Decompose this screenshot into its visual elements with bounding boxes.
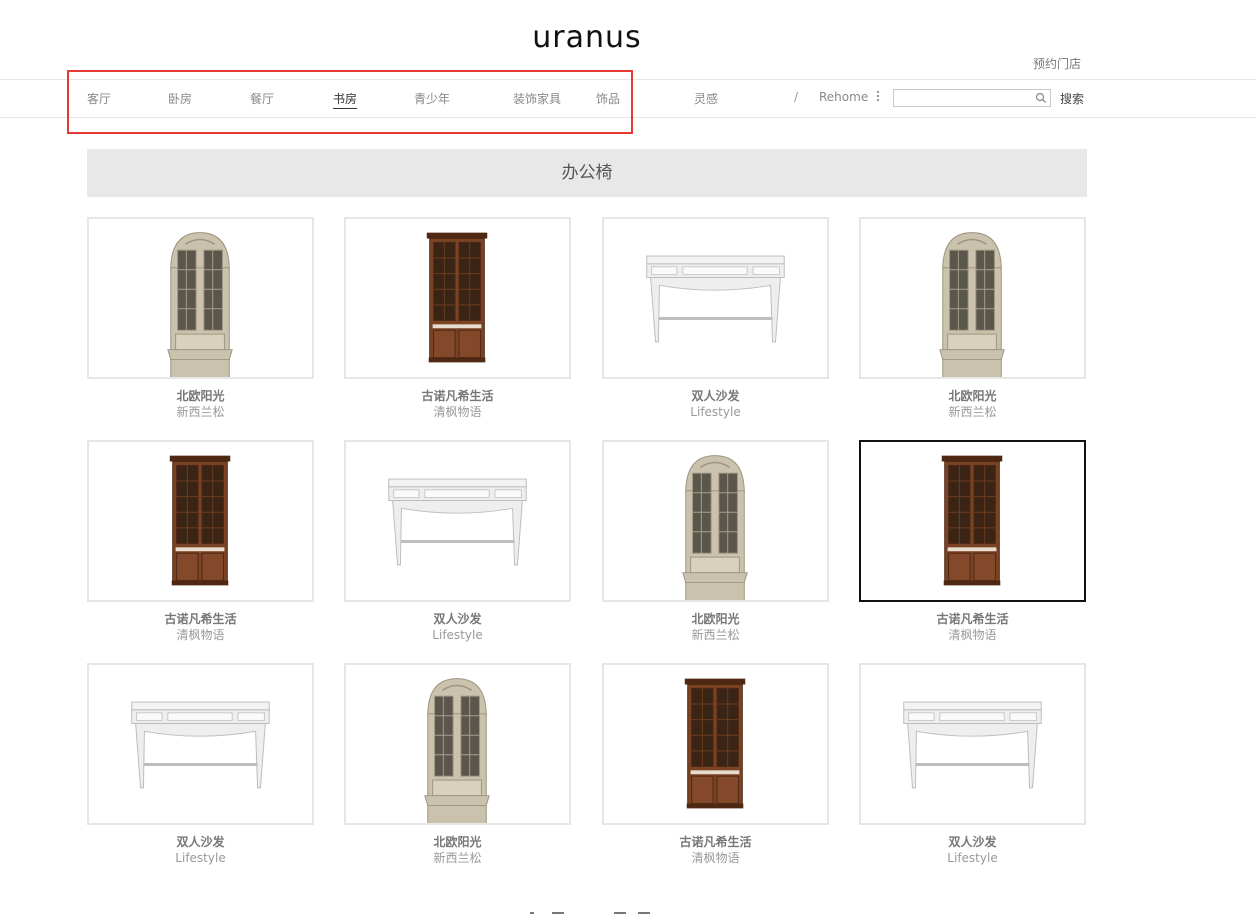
product-brand: 清枫物语 xyxy=(691,851,740,865)
pagination-peek xyxy=(520,910,660,916)
product-card[interactable] xyxy=(859,440,1086,602)
product-image xyxy=(939,232,1005,377)
nav-item-accessories[interactable]: 饰品 xyxy=(596,90,620,107)
product-caption: 双人沙发 Lifestyle xyxy=(87,834,314,866)
product-brand: 新西兰松 xyxy=(176,405,225,419)
product-card[interactable] xyxy=(344,440,571,602)
product-caption: 双人沙发 Lifestyle xyxy=(344,611,571,643)
product-caption: 北欧阳光 新西兰松 xyxy=(602,611,829,643)
product-brand: 清枫物语 xyxy=(948,628,997,642)
search-icon[interactable] xyxy=(1035,92,1047,104)
product-brand: 新西兰松 xyxy=(691,628,740,642)
product-brand: Lifestyle xyxy=(432,628,483,642)
product-card[interactable] xyxy=(87,217,314,379)
product-caption: 古诺凡希生活 清枫物语 xyxy=(344,388,571,420)
product-caption: 双人沙发 Lifestyle xyxy=(859,834,1086,866)
store-appointment-link[interactable]: 预约门店 xyxy=(1033,55,1081,72)
product-name[interactable]: 北欧阳光 xyxy=(344,834,571,850)
product-caption: 北欧阳光 新西兰松 xyxy=(344,834,571,866)
product-name[interactable]: 双人沙发 xyxy=(859,834,1086,850)
more-dots-icon[interactable] xyxy=(876,89,880,107)
product-card[interactable] xyxy=(602,217,829,379)
product-card[interactable] xyxy=(344,663,571,825)
product-image xyxy=(131,701,270,789)
product-card[interactable] xyxy=(602,440,829,602)
product-brand: 新西兰松 xyxy=(948,405,997,419)
product-caption: 双人沙发 Lifestyle xyxy=(602,388,829,420)
product-image xyxy=(941,455,1003,586)
product-brand: 清枫物语 xyxy=(176,628,225,642)
product-image xyxy=(424,678,490,823)
section-title: 办公椅 xyxy=(87,149,1087,197)
product-image xyxy=(682,455,748,600)
product-name[interactable]: 古诺凡希生活 xyxy=(344,388,571,404)
product-card[interactable] xyxy=(602,663,829,825)
product-caption: 北欧阳光 新西兰松 xyxy=(859,388,1086,420)
product-name[interactable]: 双人沙发 xyxy=(602,388,829,404)
product-name[interactable]: 北欧阳光 xyxy=(87,388,314,404)
product-brand: Lifestyle xyxy=(947,851,998,865)
nav-item-dining[interactable]: 餐厅 xyxy=(250,90,274,107)
product-name[interactable]: 双人沙发 xyxy=(87,834,314,850)
uranus-logo[interactable]: uranus xyxy=(519,22,655,54)
product-name[interactable]: 双人沙发 xyxy=(344,611,571,627)
product-caption: 古诺凡希生活 清枫物语 xyxy=(859,611,1086,643)
product-image xyxy=(426,232,488,363)
product-image xyxy=(167,232,233,377)
product-card[interactable] xyxy=(344,217,571,379)
product-caption: 古诺凡希生活 清枫物语 xyxy=(602,834,829,866)
product-card[interactable] xyxy=(859,663,1086,825)
product-name[interactable]: 古诺凡希生活 xyxy=(602,834,829,850)
product-name[interactable]: 北欧阳光 xyxy=(859,388,1086,404)
product-image xyxy=(388,478,527,566)
product-card[interactable] xyxy=(87,440,314,602)
nav-item-bedroom[interactable]: 卧房 xyxy=(168,90,192,107)
product-caption: 北欧阳光 新西兰松 xyxy=(87,388,314,420)
product-caption: 古诺凡希生活 清枫物语 xyxy=(87,611,314,643)
product-card[interactable] xyxy=(859,217,1086,379)
nav-separator: / xyxy=(794,90,799,104)
product-image xyxy=(903,701,1042,789)
product-card[interactable] xyxy=(87,663,314,825)
product-name[interactable]: 古诺凡希生活 xyxy=(859,611,1086,627)
product-brand: 清枫物语 xyxy=(433,405,482,419)
product-name[interactable]: 北欧阳光 xyxy=(602,611,829,627)
search-input[interactable] xyxy=(896,91,1032,105)
nav-item-rehome[interactable]: Rehome xyxy=(819,90,868,104)
nav-item-inspiration[interactable]: 灵感 xyxy=(694,90,718,107)
product-brand: Lifestyle xyxy=(690,405,741,419)
nav-item-youth[interactable]: 青少年 xyxy=(414,90,450,107)
product-name[interactable]: 古诺凡希生活 xyxy=(87,611,314,627)
nav-item-decor-furniture[interactable]: 装饰家具 xyxy=(513,90,561,107)
search-button[interactable]: 搜索 xyxy=(1060,90,1084,107)
product-brand: 新西兰松 xyxy=(433,851,482,865)
main-nav: 客厅 卧房 餐厅 书房 青少年 装饰家具 饰品 灵感 / Rehome 搜索 xyxy=(0,79,1256,118)
product-image xyxy=(169,455,231,586)
nav-item-living-room[interactable]: 客厅 xyxy=(87,90,111,107)
product-image xyxy=(646,255,785,343)
product-brand: Lifestyle xyxy=(175,851,226,865)
search-box xyxy=(893,89,1051,107)
product-image xyxy=(684,678,746,809)
logo-text: uranus xyxy=(532,22,641,54)
nav-item-study[interactable]: 书房 xyxy=(333,90,358,109)
